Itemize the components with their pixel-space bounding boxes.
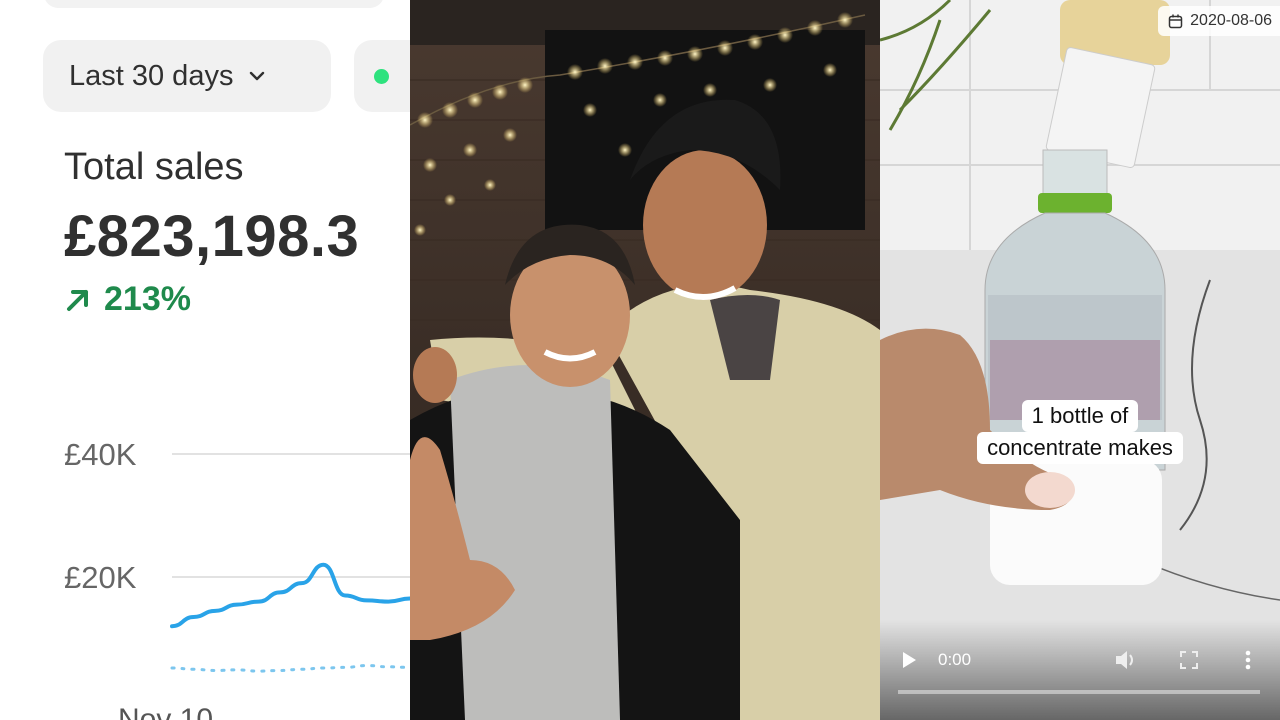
- volume-icon[interactable]: [1114, 649, 1138, 671]
- group-photo: [410, 0, 880, 720]
- photo-illustration: [410, 0, 880, 720]
- date-chip-text: 2020-08-06: [1190, 12, 1272, 29]
- sales-dashboard-panel: Last 30 days Total sales £823,198.3 213%…: [0, 0, 410, 720]
- video-frame: [880, 0, 1280, 720]
- progress-bar[interactable]: [898, 690, 1260, 694]
- series-line-current: [170, 562, 410, 629]
- sales-line-chart: £40K £20K: [64, 437, 410, 673]
- series-line-previous: [170, 664, 410, 673]
- date-chip: 2020-08-06: [1158, 6, 1280, 36]
- current-time: 0:00: [938, 650, 972, 669]
- caption-line-1: 1 bottle of: [880, 400, 1280, 432]
- player-controls-overlay: [880, 620, 1280, 720]
- play-icon[interactable]: [900, 650, 918, 670]
- more-vert-icon[interactable]: [1244, 650, 1252, 670]
- calendar-icon: [1168, 14, 1183, 28]
- caption-line-2: concentrate makes: [880, 432, 1280, 464]
- x-axis-date-label: Nov 10: [118, 703, 214, 720]
- fullscreen-icon[interactable]: [1179, 650, 1199, 670]
- video-player[interactable]: 2020-08-06 1 bottle of concentrate makes…: [880, 0, 1280, 720]
- y-tick-label: £20K: [64, 560, 137, 595]
- y-tick-label: £40K: [64, 437, 137, 472]
